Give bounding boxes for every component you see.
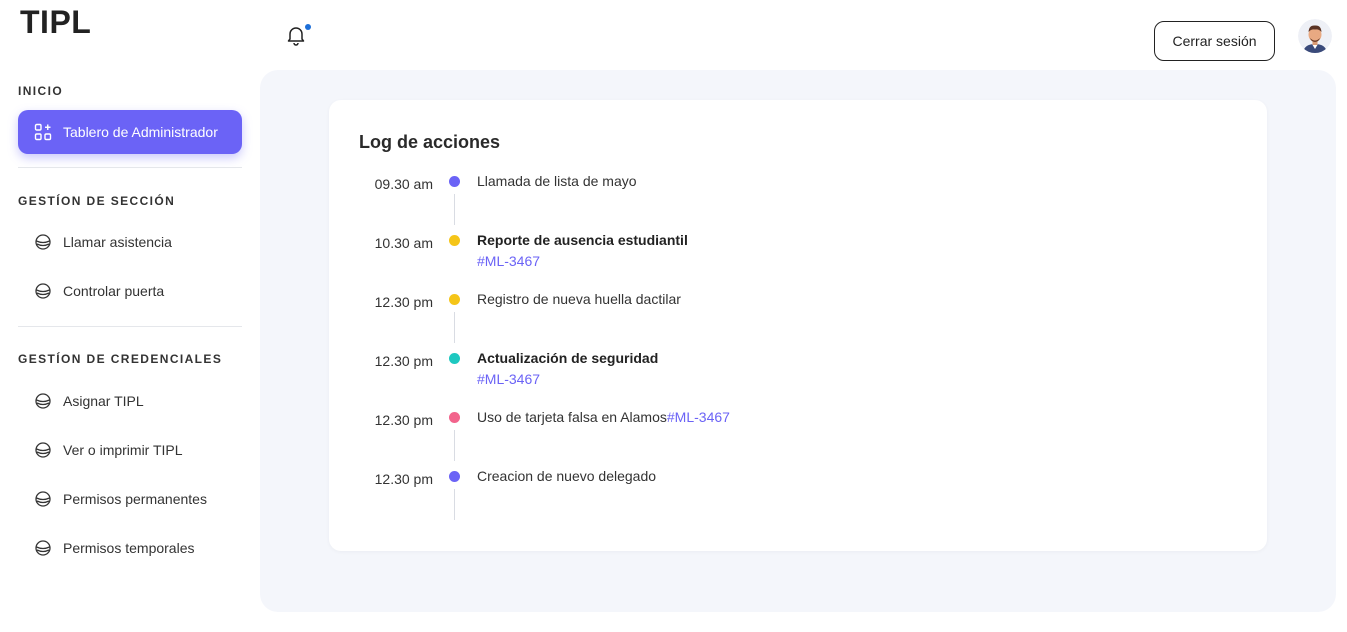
circle-icon — [34, 392, 52, 410]
circle-icon — [34, 282, 52, 300]
sidebar-item-label: Tablero de Administrador — [63, 124, 218, 140]
log-entry-text: Reporte de ausencia estudiantil — [477, 232, 688, 248]
log-entry-text: Llamada de lista de mayo — [477, 173, 637, 189]
sidebar-item-label: Permisos permanentes — [63, 491, 207, 507]
sidebar-item-ver-imprimir-tipl[interactable]: Ver o imprimir TIPL — [18, 428, 242, 472]
app-root: TIPL INICIO Tablero de Administrador GES… — [0, 0, 1347, 632]
log-entry-time: 09.30 am — [374, 176, 433, 192]
section-title-gestion-credenciales: GESTÍON DE CREDENCIALES — [18, 352, 223, 366]
log-entry-tag-link[interactable]: #ML-3467 — [477, 371, 540, 387]
log-card: Log de acciones 09.30 am Llamada de list… — [329, 100, 1267, 551]
bell-icon — [285, 27, 307, 50]
main-panel: Log de acciones 09.30 am Llamada de list… — [260, 70, 1336, 612]
sidebar-item-label: Controlar puerta — [63, 283, 165, 299]
avatar[interactable] — [1298, 19, 1332, 53]
log-entry-time: 12.30 pm — [374, 294, 433, 310]
sidebar-item-label: Asignar TIPL — [63, 393, 144, 409]
log-entry-time: 12.30 pm — [374, 412, 433, 428]
sidebar-item-label: Permisos temporales — [63, 540, 195, 556]
circle-icon — [34, 233, 52, 251]
sidebar-item-llamar-asistencia[interactable]: Llamar asistencia — [18, 220, 242, 264]
section-title-gestion-seccion: GESTÍON DE SECCIÓN — [18, 194, 176, 208]
log-entry-time: 10.30 am — [374, 235, 433, 251]
circle-icon — [34, 441, 52, 459]
sidebar-item-label: Llamar asistencia — [63, 234, 172, 250]
log-entry: 12.30 pm Actualización de seguridad #ML-… — [329, 347, 1267, 406]
timeline-dot — [449, 471, 460, 482]
log-entry-text: Creacion de nuevo delegado — [477, 468, 657, 484]
sidebar-item-asignar-tipl[interactable]: Asignar TIPL — [18, 379, 242, 423]
sidebar: TIPL INICIO Tablero de Administrador GES… — [0, 0, 260, 632]
log-entry-line: Uso de tarjeta falsa en Alamos#ML-3467 — [477, 409, 730, 425]
sidebar-item-permisos-permanentes[interactable]: Permisos permanentes — [18, 477, 242, 521]
timeline-dot — [449, 353, 460, 364]
log-entry-text: Actualización de seguridad — [477, 350, 659, 366]
timeline-dot — [449, 176, 460, 187]
sidebar-divider — [18, 167, 242, 168]
sidebar-divider — [18, 326, 242, 327]
sidebar-item-controlar-puerta[interactable]: Controlar puerta — [18, 269, 242, 313]
logout-button[interactable]: Cerrar sesión — [1154, 21, 1275, 61]
log-entry-text: Registro de nueva huella dactilar — [477, 291, 681, 307]
notification-dot — [305, 24, 311, 30]
log-entry: 12.30 pm Registro de nueva huella dactil… — [329, 288, 1267, 347]
log-entry: 10.30 am Reporte de ausencia estudiantil… — [329, 229, 1267, 288]
timeline-line — [454, 430, 455, 461]
notification-bell[interactable] — [285, 24, 311, 46]
timeline-dot — [449, 412, 460, 423]
log-entry-time: 12.30 pm — [374, 471, 433, 487]
timeline-line — [454, 194, 455, 225]
sidebar-item-tablero-administrador[interactable]: Tablero de Administrador — [18, 110, 242, 154]
sidebar-item-permisos-temporales[interactable]: Permisos temporales — [18, 526, 242, 570]
log-title: Log de acciones — [359, 132, 501, 152]
dashboard-icon — [34, 123, 52, 141]
section-title-inicio: INICIO — [18, 84, 64, 98]
timeline-dot — [449, 294, 460, 305]
timeline-line — [454, 312, 455, 343]
circle-icon — [34, 539, 52, 557]
log-entry-tag-link[interactable]: #ML-3467 — [477, 253, 540, 269]
log-entry: 09.30 am Llamada de lista de mayo — [329, 170, 1267, 229]
log-timeline: 09.30 am Llamada de lista de mayo 10.30 … — [329, 170, 1267, 524]
log-entry-tag-link[interactable]: #ML-3467 — [667, 409, 730, 425]
log-entry: 12.30 pm Uso de tarjeta falsa en Alamos#… — [329, 406, 1267, 465]
app-logo: TIPL — [20, 4, 92, 40]
sidebar-item-label: Ver o imprimir TIPL — [63, 442, 183, 458]
timeline-dot — [449, 235, 460, 246]
circle-icon — [34, 490, 52, 508]
log-entry-text: Uso de tarjeta falsa en Alamos — [477, 409, 667, 425]
log-entry: 12.30 pm Creacion de nuevo delegado — [329, 465, 1267, 524]
log-entry-time: 12.30 pm — [374, 353, 433, 369]
timeline-line — [454, 489, 455, 520]
